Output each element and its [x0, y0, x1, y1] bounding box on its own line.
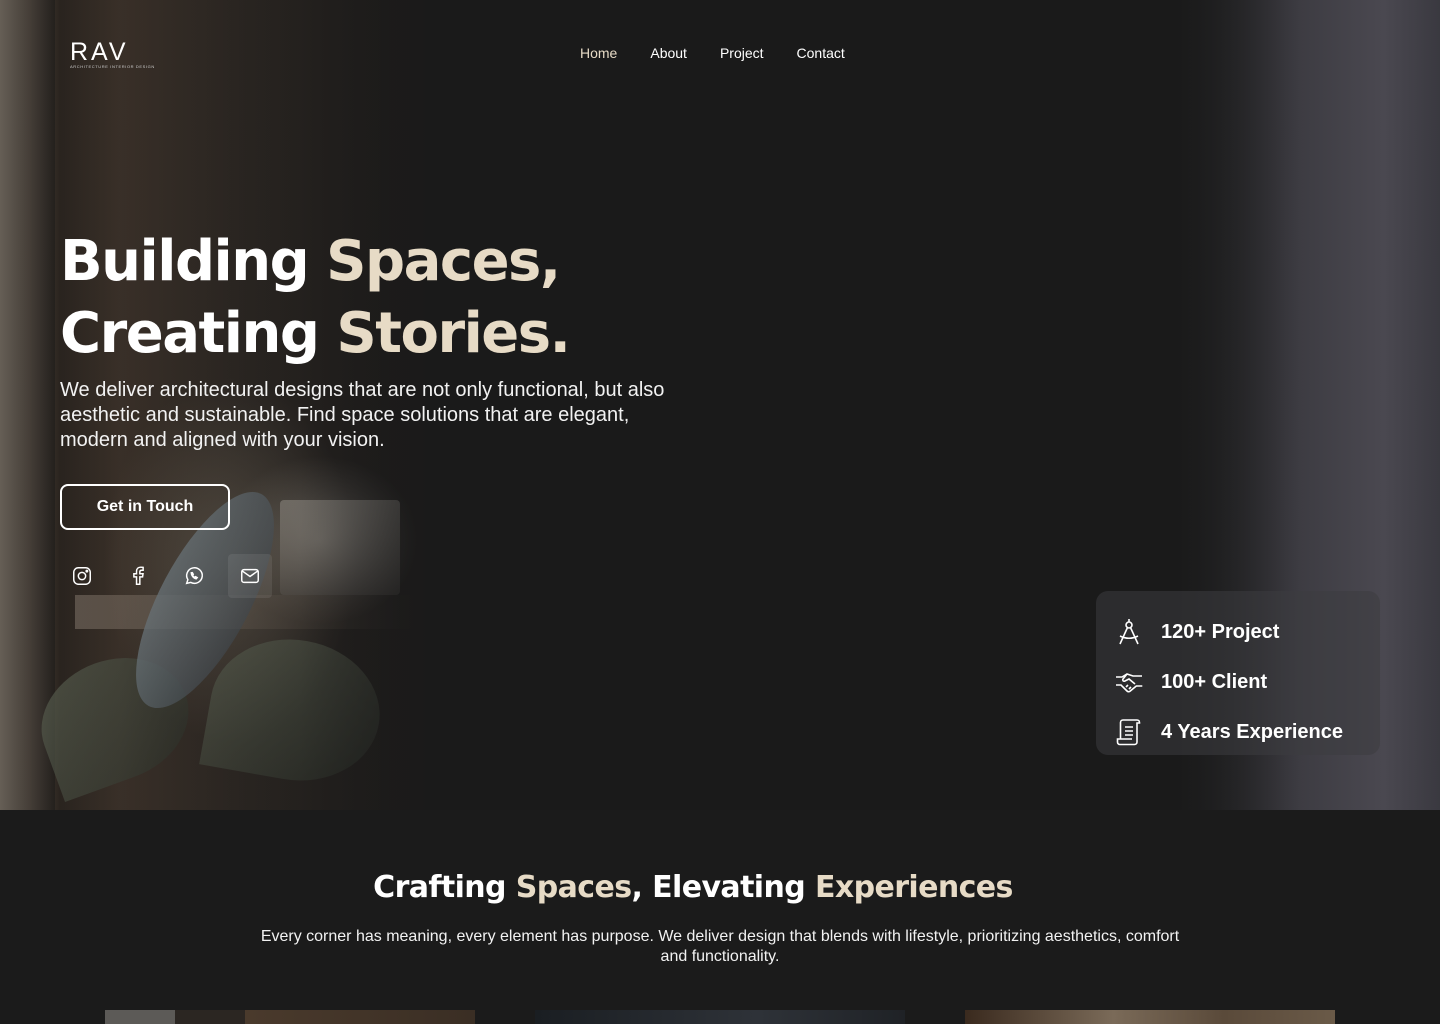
stat-clients: 100+ Client	[1114, 657, 1380, 707]
hero-headline: Building Spaces, Creating Stories.	[60, 226, 700, 370]
title-text: Crafting	[373, 870, 516, 905]
stat-label: 120+ Project	[1161, 620, 1280, 643]
stat-label: 100+ Client	[1161, 670, 1268, 693]
headline-accent: Spaces,	[326, 229, 561, 294]
whatsapp-icon[interactable]	[172, 554, 216, 598]
services-section: Crafting Spaces, Elevating Experiences E…	[0, 810, 1440, 1024]
instagram-icon[interactable]	[60, 554, 104, 598]
section-title: Crafting Spaces, Elevating Experiences	[0, 870, 1386, 905]
headline-text: Creating	[60, 301, 337, 366]
logo[interactable]: RAV ARCHITECTURE INTERIOR DESIGN	[70, 38, 155, 70]
get-in-touch-button[interactable]: Get in Touch	[60, 484, 230, 530]
scroll-icon	[1114, 717, 1144, 747]
main-nav: Home About Project Contact	[580, 44, 845, 62]
title-accent: Experiences	[814, 870, 1013, 905]
project-card-image[interactable]	[535, 1010, 905, 1024]
stat-label: 4 Years Experience	[1161, 720, 1343, 743]
hero-subtext: We deliver architectural designs that ar…	[60, 379, 665, 451]
social-links	[60, 554, 272, 598]
nav-about[interactable]: About	[650, 44, 687, 62]
handshake-icon	[1114, 667, 1144, 697]
stat-experience: 4 Years Experience	[1114, 707, 1380, 757]
nav-project[interactable]: Project	[720, 44, 764, 62]
section-description: Every corner has meaning, every element …	[260, 928, 1180, 965]
compass-icon	[1114, 617, 1144, 647]
title-text: , Elevating	[631, 870, 815, 905]
project-card-image[interactable]	[105, 1010, 475, 1024]
project-card-image[interactable]	[965, 1010, 1335, 1024]
logo-subtitle: ARCHITECTURE INTERIOR DESIGN	[70, 64, 155, 69]
hero-section: RAV ARCHITECTURE INTERIOR DESIGN Home Ab…	[0, 0, 1440, 810]
stats-card: 120+ Project 100+ Client 4 Years Experie…	[1096, 591, 1380, 755]
headline-text: Building	[60, 229, 327, 294]
mail-icon[interactable]	[228, 554, 272, 598]
nav-home[interactable]: Home	[580, 44, 617, 62]
stat-projects: 120+ Project	[1114, 607, 1380, 657]
nav-contact[interactable]: Contact	[797, 44, 845, 62]
headline-accent: Stories.	[336, 301, 570, 366]
title-accent: Spaces	[515, 870, 632, 905]
logo-text: RAV	[70, 38, 129, 66]
facebook-icon[interactable]	[116, 554, 160, 598]
